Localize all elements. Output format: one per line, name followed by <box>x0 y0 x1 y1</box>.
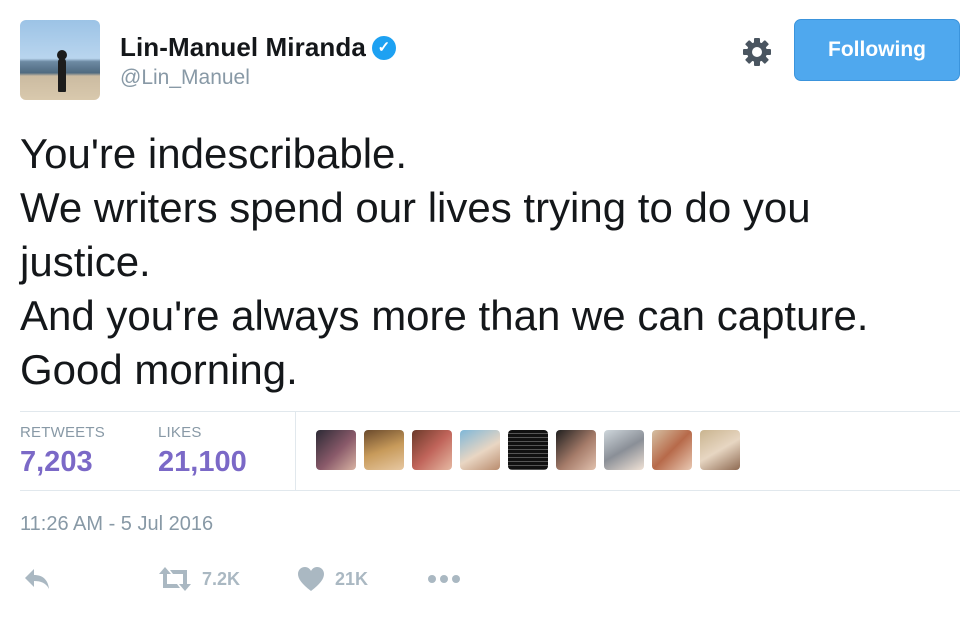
tweet-timestamp[interactable]: 11:26 AM - 5 Jul 2016 <box>20 513 213 536</box>
liker-avatar[interactable] <box>460 430 500 470</box>
tweet-text-line: justice. <box>20 238 151 285</box>
gear-icon[interactable] <box>738 33 776 71</box>
author-name-row: Lin-Manuel Miranda ✓ <box>120 32 396 63</box>
retweets-label[interactable]: RETWEETS <box>20 424 105 441</box>
like-count: 21K <box>335 568 369 589</box>
stats-bottom-divider <box>20 490 960 491</box>
following-button[interactable]: Following <box>794 19 960 81</box>
retweet-icon <box>159 567 191 591</box>
author-name[interactable]: Lin-Manuel Miranda <box>120 32 366 63</box>
retweets-count[interactable]: 7,203 <box>20 446 93 479</box>
stats-top-divider <box>20 411 960 412</box>
author-handle[interactable]: @Lin_Manuel <box>120 66 250 90</box>
liker-avatar[interactable] <box>604 430 644 470</box>
retweet-button[interactable]: 7.2K <box>158 566 240 592</box>
liker-avatar[interactable] <box>412 430 452 470</box>
liker-avatar[interactable] <box>508 430 548 470</box>
like-button[interactable]: 21K <box>297 566 368 592</box>
liker-avatar[interactable] <box>700 430 740 470</box>
verified-badge-icon: ✓ <box>371 35 396 60</box>
liker-avatar[interactable] <box>652 430 692 470</box>
likes-label[interactable]: LIKES <box>158 424 202 441</box>
avatar-figure <box>57 50 67 92</box>
stats-separator <box>295 412 296 490</box>
more-dots-icon <box>428 575 460 583</box>
liker-avatars <box>316 430 740 470</box>
tweet-text-line: You're indescribable. <box>20 130 408 177</box>
reply-button[interactable] <box>22 566 52 592</box>
likes-count[interactable]: 21,100 <box>158 446 247 479</box>
liker-avatar[interactable] <box>364 430 404 470</box>
liker-avatar[interactable] <box>316 430 356 470</box>
tweet-text: You're indescribable. We writers spend o… <box>20 127 960 397</box>
more-button[interactable] <box>427 574 461 584</box>
author-avatar[interactable] <box>20 20 100 100</box>
tweet-text-line: And you're always more than we can captu… <box>20 292 869 339</box>
heart-icon <box>298 567 324 591</box>
reply-icon <box>25 569 49 589</box>
liker-avatar[interactable] <box>556 430 596 470</box>
tweet-text-line: We writers spend our lives trying to do … <box>20 184 811 231</box>
tweet-text-line: Good morning. <box>20 346 298 393</box>
retweet-count: 7.2K <box>202 568 241 589</box>
